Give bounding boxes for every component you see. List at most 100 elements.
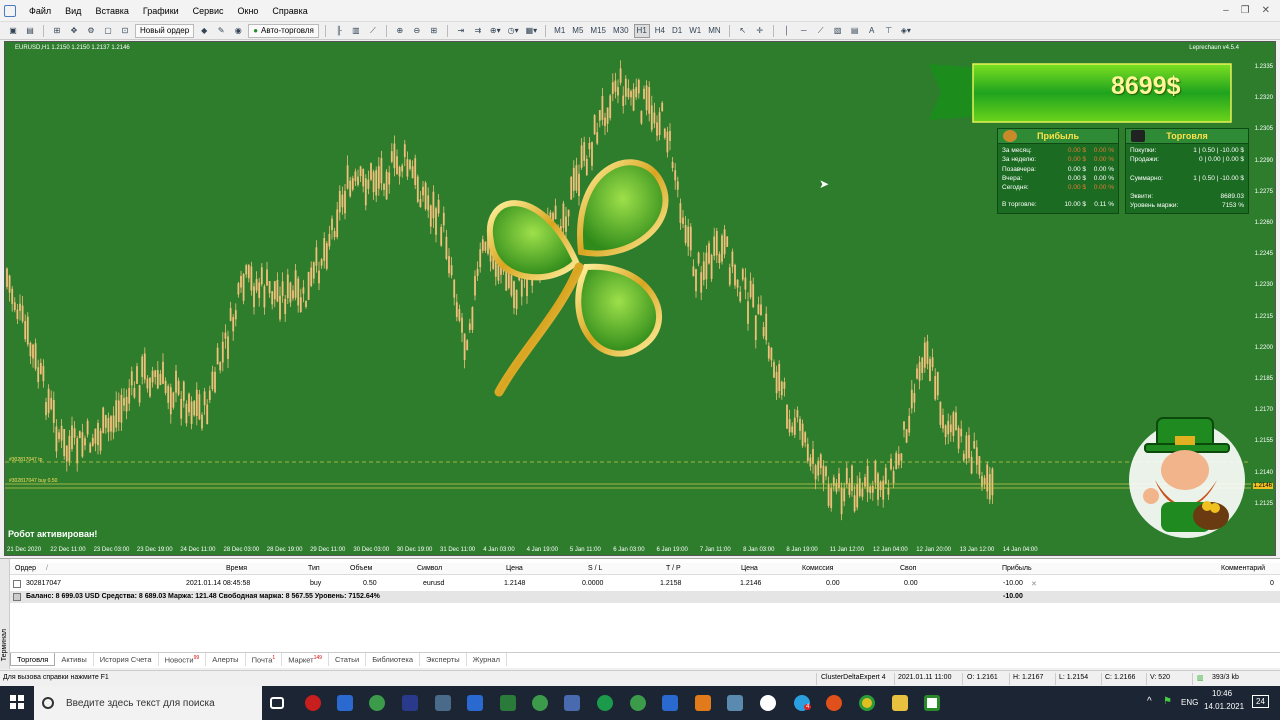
tf-m15[interactable]: M15	[588, 24, 608, 38]
app-network-icon[interactable]	[564, 695, 580, 711]
col-order[interactable]: Ордер	[15, 565, 36, 572]
tab-terminal-5[interactable]: Почта1	[246, 653, 283, 666]
menu-insert[interactable]: Вставка	[88, 6, 135, 16]
vertical-line-icon[interactable]: │	[780, 24, 794, 38]
app-sublime-icon[interactable]	[695, 695, 711, 711]
tray-language[interactable]: ENG	[1181, 698, 1198, 707]
order-sl[interactable]: 0.0000	[582, 580, 603, 587]
tf-mn[interactable]: MN	[706, 24, 722, 38]
tf-m5[interactable]: M5	[570, 24, 585, 38]
buy-line-label[interactable]: #302817047 buy 0.50	[9, 478, 57, 484]
tab-terminal-4[interactable]: Алерты	[206, 653, 246, 666]
signals-icon[interactable]: ✎	[214, 24, 228, 38]
data-window-icon[interactable]: ✥	[67, 24, 81, 38]
col-price[interactable]: Цена	[506, 565, 523, 572]
tf-h4[interactable]: H4	[653, 24, 667, 38]
order-row[interactable]: 302817047 2021.01.14 08:45:58 buy 0.50 e…	[10, 578, 1280, 590]
metaeditor-icon[interactable]: ◆	[197, 24, 211, 38]
new-chart-icon[interactable]: ▣	[6, 24, 20, 38]
col-profit[interactable]: Прибыль	[1002, 565, 1032, 572]
auto-trading-button[interactable]: ● Авто-торговля	[248, 23, 319, 38]
tab-terminal-9[interactable]: Эксперты	[420, 653, 467, 666]
app-chrome-icon[interactable]	[859, 695, 875, 711]
app-s-green-icon[interactable]	[597, 695, 613, 711]
close-order-icon[interactable]: ✕	[1031, 580, 1037, 588]
app-d-icon[interactable]	[402, 695, 418, 711]
trendline-icon[interactable]: ⟋	[814, 24, 828, 38]
col-comment[interactable]: Комментарий	[1221, 565, 1265, 572]
market-watch-icon[interactable]: ⊞	[50, 24, 64, 38]
minimize-icon[interactable]: –	[1223, 5, 1229, 16]
tab-terminal-6[interactable]: Маркет149	[282, 653, 329, 666]
tab-terminal-0[interactable]: Торговля	[10, 653, 56, 666]
menu-charts[interactable]: Графики	[136, 6, 186, 16]
horizontal-line-icon[interactable]: ─	[797, 24, 811, 38]
task-view-icon[interactable]	[270, 697, 284, 709]
menu-view[interactable]: Вид	[58, 6, 88, 16]
tab-terminal-2[interactable]: История Счета	[94, 653, 159, 666]
tab-terminal-3[interactable]: Новости99	[159, 653, 207, 666]
tf-m30[interactable]: M30	[611, 24, 631, 38]
app-pen-icon[interactable]	[500, 695, 516, 711]
app-p-blue-icon[interactable]	[337, 695, 353, 711]
tester-icon[interactable]: ⊡	[118, 24, 132, 38]
line-chart-icon[interactable]: ⟋	[366, 24, 380, 38]
col-tp[interactable]: T / P	[666, 565, 681, 572]
new-order-button[interactable]: Новый ордер	[135, 23, 195, 38]
indicators-icon[interactable]: ⊕▾	[488, 24, 503, 38]
app-mt2-icon[interactable]	[532, 695, 548, 711]
bar-chart-icon[interactable]: ╟	[332, 24, 346, 38]
zoom-out-icon[interactable]: ⊖	[410, 24, 424, 38]
tile-windows-icon[interactable]: ⊞	[427, 24, 441, 38]
tray-time[interactable]: 10:46	[1212, 689, 1232, 698]
app-p2-icon[interactable]	[467, 695, 483, 711]
crosshair-icon[interactable]: ✛	[753, 24, 767, 38]
tab-terminal-10[interactable]: Журнал	[467, 653, 507, 666]
tf-m1[interactable]: M1	[552, 24, 567, 38]
tab-terminal-1[interactable]: Активы	[55, 653, 94, 666]
periods-icon[interactable]: ◷▾	[506, 24, 521, 38]
menu-help[interactable]: Справка	[265, 6, 314, 16]
notifications-count[interactable]: 24	[1252, 695, 1269, 708]
app-red-icon[interactable]	[305, 695, 321, 711]
menu-file[interactable]: Файл	[22, 6, 58, 16]
app-mt-active-icon[interactable]	[727, 695, 743, 711]
tray-date[interactable]: 14.01.2021	[1204, 702, 1244, 711]
profiles-icon[interactable]: ▤	[23, 24, 37, 38]
candle-chart-icon[interactable]: ▥	[349, 24, 363, 38]
tray-chevron-icon[interactable]: ^	[1147, 696, 1152, 707]
status-profile[interactable]: ClusterDeltaExpert 4	[821, 674, 886, 681]
col-sl[interactable]: S / L	[588, 565, 602, 572]
menu-window[interactable]: Окно	[231, 6, 266, 16]
chart-shift-icon[interactable]: ⇥	[454, 24, 468, 38]
vps-icon[interactable]: ◉	[231, 24, 245, 38]
tf-d1[interactable]: D1	[670, 24, 684, 38]
col-symbol[interactable]: Символ	[417, 565, 442, 572]
restore-icon[interactable]: ❐	[1241, 5, 1250, 16]
col-volume[interactable]: Объем	[350, 565, 372, 572]
app-obs-icon[interactable]	[760, 695, 776, 711]
channel-icon[interactable]: ▧	[831, 24, 845, 38]
tab-terminal-8[interactable]: Библиотека	[366, 653, 421, 666]
tf-h1[interactable]: H1	[633, 23, 650, 38]
col-commission[interactable]: Комиссия	[802, 565, 833, 572]
terminal-side-tab[interactable]: Терминал	[0, 559, 10, 669]
col-current-price[interactable]: Цена	[741, 565, 758, 572]
app-firefox-icon[interactable]	[826, 695, 842, 711]
col-time[interactable]: Время	[226, 565, 247, 572]
autoscroll-icon[interactable]: ⇉	[471, 24, 485, 38]
tray-flag-icon[interactable]: ⚑	[1163, 696, 1172, 707]
templates-icon[interactable]: ▦▾	[524, 24, 540, 38]
text-label-icon[interactable]: ⊤	[882, 24, 896, 38]
close-icon[interactable]: ✕	[1262, 5, 1270, 16]
navigator-icon[interactable]: ⚙	[84, 24, 98, 38]
text-tool-icon[interactable]: A	[865, 24, 879, 38]
menu-tools[interactable]: Сервис	[186, 6, 231, 16]
chart-window[interactable]: EURUSD,H1 1.2150 1.2150 1.2137 1.2146 Le…	[4, 41, 1276, 556]
app-folder-icon[interactable]	[892, 695, 908, 711]
zoom-in-icon[interactable]: ⊕	[393, 24, 407, 38]
app-mt-icon[interactable]	[369, 695, 385, 711]
app-terminal-icon[interactable]	[924, 695, 940, 711]
app-chart-icon[interactable]	[435, 695, 451, 711]
shapes-icon[interactable]: ◈▾	[899, 24, 913, 38]
